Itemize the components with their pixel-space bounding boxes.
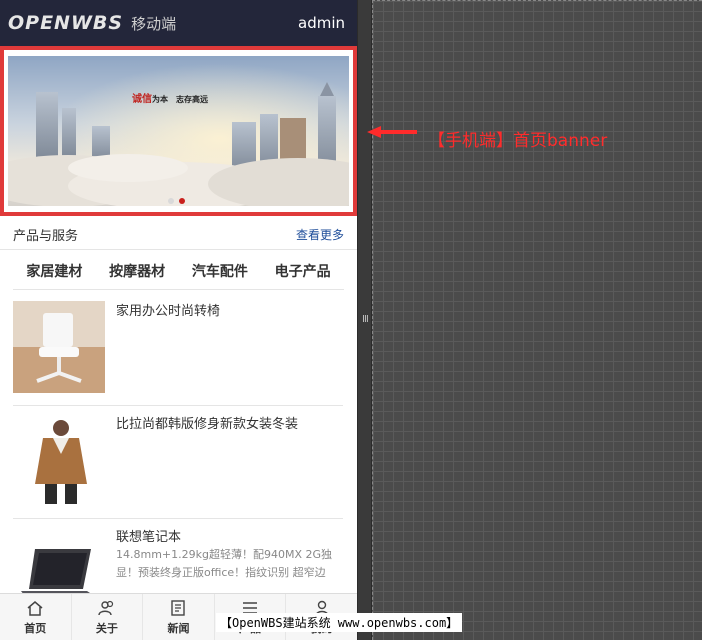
- tab-label: 首页: [24, 622, 47, 635]
- product-coat-image: [13, 414, 105, 506]
- category-item[interactable]: 汽车配件: [192, 261, 248, 281]
- panel-splitter[interactable]: Ⅲ: [357, 0, 372, 640]
- product-item[interactable]: 比拉尚都韩版修身新款女装冬装: [13, 405, 343, 519]
- editor-canvas: [372, 0, 702, 640]
- home-icon: [27, 601, 43, 616]
- product-description: 14.8mm+1.29kg超轻薄！配940MX 2G独显！预装终身正版offic…: [116, 548, 333, 579]
- tab-news[interactable]: 新闻: [143, 594, 215, 640]
- banner-pagination: [168, 198, 185, 204]
- category-item[interactable]: 电子产品: [275, 261, 331, 281]
- product-title[interactable]: 比拉尚都韩版修身新款女装冬装: [116, 413, 298, 432]
- annotation-label: 【手机端】首页banner: [428, 131, 608, 151]
- tab-label: 新闻: [167, 622, 190, 635]
- banner-highlight: 诚信为本 志存高远: [0, 46, 357, 216]
- category-item[interactable]: 家居建材: [26, 261, 82, 281]
- banner-dot-active[interactable]: [179, 198, 185, 204]
- tab-label: 关于: [95, 622, 118, 635]
- annotation-arrow-icon: [367, 126, 417, 138]
- product-title[interactable]: 家用办公时尚转椅: [116, 300, 220, 319]
- watermark-caption: 【OpenWBS建站系统 www.openwbs.com】: [216, 613, 463, 632]
- view-more-link[interactable]: 查看更多: [296, 226, 344, 243]
- products-section-header: 产品与服务 查看更多: [0, 220, 357, 250]
- news-icon: [171, 600, 186, 616]
- banner-cityscape-image: [8, 56, 349, 206]
- user-link[interactable]: admin: [298, 14, 345, 32]
- section-title: 产品与服务: [13, 229, 79, 244]
- banner-dot[interactable]: [168, 198, 174, 204]
- product-chair-image: [13, 301, 105, 393]
- product-title[interactable]: 联想笔记本: [116, 526, 181, 545]
- banner-slogan: 诚信为本 志存高远: [132, 94, 208, 105]
- app-header: OPENWBS 移动端 admin: [0, 0, 357, 46]
- home-banner[interactable]: 诚信为本 志存高远: [8, 56, 349, 206]
- category-item[interactable]: 按摩器材: [109, 261, 165, 281]
- users-icon: [98, 600, 113, 616]
- mobile-preview: OPENWBS 移动端 admin 诚信为本 志存高远 产品与服务 查看更多 家…: [0, 0, 357, 640]
- category-nav: 家居建材 按摩器材 汽车配件 电子产品: [13, 252, 344, 290]
- splitter-grip-icon[interactable]: Ⅲ: [362, 314, 369, 326]
- product-item[interactable]: 联想笔记本 14.8mm+1.29kg超轻薄！配940MX 2G独显！预装终身正…: [13, 518, 343, 619]
- tab-about[interactable]: 关于: [72, 594, 144, 640]
- tab-home[interactable]: 首页: [0, 594, 72, 640]
- product-item[interactable]: 家用办公时尚转椅: [13, 292, 343, 406]
- logo-subtitle: 移动端: [131, 14, 177, 33]
- logo[interactable]: OPENWBS: [8, 12, 123, 34]
